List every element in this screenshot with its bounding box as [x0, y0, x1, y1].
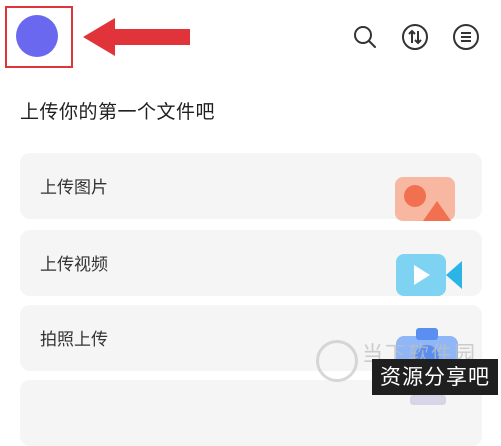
sort-icon[interactable] [400, 22, 430, 52]
watermark-logo [316, 340, 358, 382]
watermark-badge: 资源分享吧 [372, 359, 498, 395]
camera-upload-label: 拍照上传 [40, 330, 108, 350]
document-icon [410, 395, 446, 405]
pointer-arrow-icon [83, 18, 190, 56]
video-upload-icon [396, 254, 462, 296]
image-upload-icon [395, 177, 455, 221]
avatar[interactable] [16, 15, 58, 57]
upload-image-label: 上传图片 [40, 178, 108, 198]
upload-video-label: 上传视频 [40, 255, 108, 275]
section-title: 上传你的第一个文件吧 [20, 101, 216, 123]
search-icon[interactable] [350, 22, 380, 52]
menu-icon[interactable] [451, 22, 481, 52]
